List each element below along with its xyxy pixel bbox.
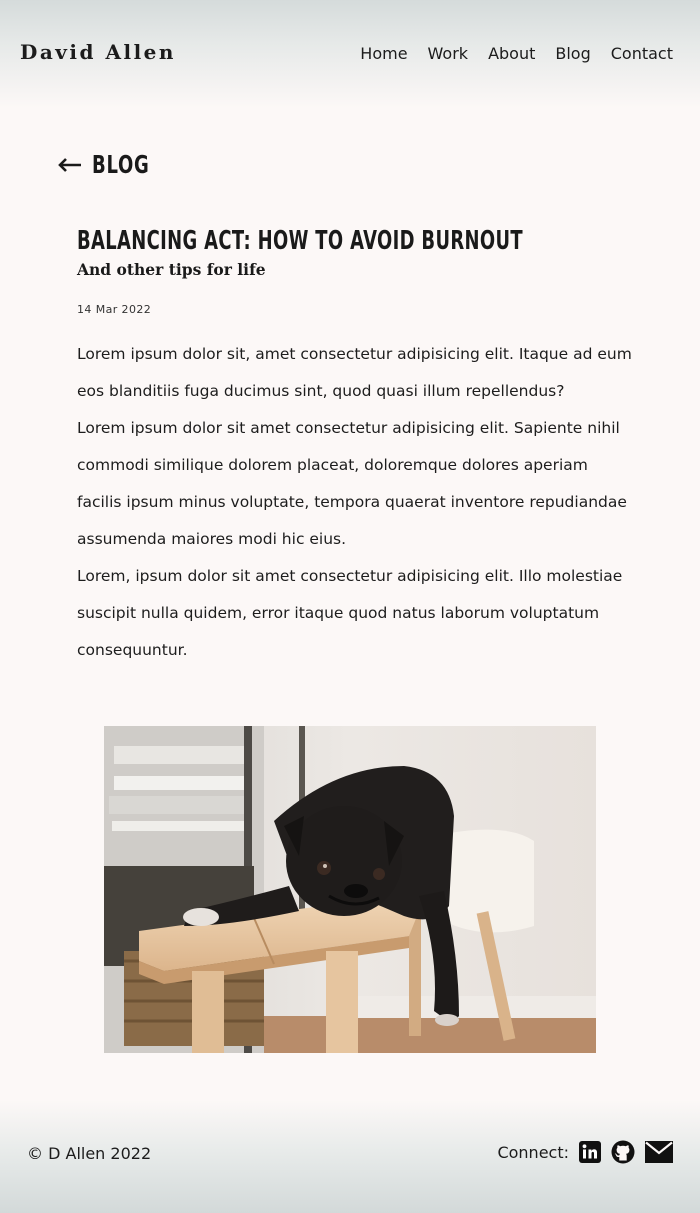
paragraph: Lorem ipsum dolor sit, amet consectetur … (77, 345, 632, 400)
post-image (104, 726, 596, 1053)
site-footer: © D Allen 2022 Connect: (0, 1100, 700, 1213)
post-subtitle: And other tips for life (77, 260, 266, 279)
post-body: Lorem ipsum dolor sit, amet consectetur … (77, 336, 637, 669)
connect-label: Connect: (497, 1142, 569, 1162)
nav-work[interactable]: Work (428, 44, 469, 63)
nav-blog[interactable]: Blog (555, 44, 590, 63)
arrow-left-icon (58, 157, 81, 172)
post-title: BALANCING ACT: HOW TO AVOID BURNOUT (77, 226, 523, 256)
copyright-text: © D Allen 2022 (27, 1144, 152, 1163)
back-to-blog-link[interactable]: BLOG (58, 150, 172, 179)
nav-about[interactable]: About (488, 44, 535, 63)
social-links: Connect: (497, 1140, 673, 1164)
github-icon[interactable] (611, 1140, 635, 1164)
paragraph: Lorem, ipsum dolor sit amet consectetur … (77, 567, 623, 659)
main-nav: Home Work About Blog Contact (360, 44, 673, 63)
nav-contact[interactable]: Contact (611, 44, 673, 63)
linkedin-icon[interactable] (579, 1141, 601, 1163)
nav-home[interactable]: Home (360, 44, 407, 63)
paragraph: Lorem ipsum dolor sit amet consectetur a… (77, 419, 627, 548)
post-date: 14 Mar 2022 (77, 303, 152, 316)
site-brand[interactable]: David Allen (20, 40, 176, 64)
mail-icon[interactable] (645, 1141, 673, 1163)
site-header: David Allen Home Work About Blog Contact (0, 0, 700, 108)
back-link-label: BLOG (92, 150, 150, 179)
pug-on-bench-illustration (104, 726, 596, 1053)
